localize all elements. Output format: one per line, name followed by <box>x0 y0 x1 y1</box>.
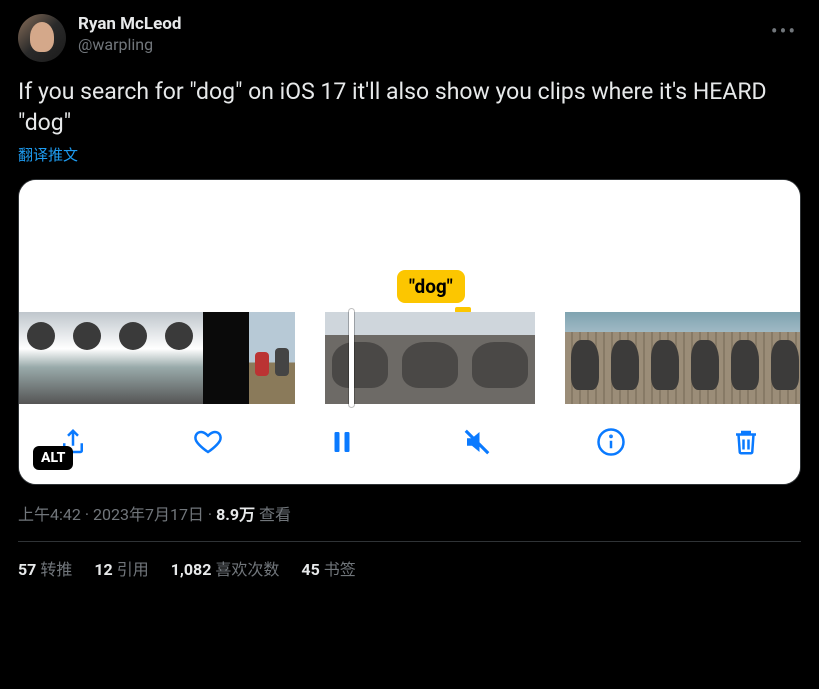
video-frame <box>395 312 465 404</box>
more-icon: ••• <box>771 19 797 43</box>
tweet-date[interactable]: 2023年7月17日 <box>93 505 204 524</box>
clip-group-3[interactable] <box>565 312 801 404</box>
info-icon <box>596 427 626 457</box>
heart-icon <box>193 427 223 457</box>
video-frame <box>685 312 725 404</box>
video-frame <box>765 312 801 404</box>
retweets-stat[interactable]: 57转推 <box>18 556 72 580</box>
handle: @warpling <box>78 35 755 55</box>
media-card[interactable]: "dog" <box>18 179 801 485</box>
tweet-header: Ryan McLeod @warpling ••• <box>18 14 801 62</box>
trash-icon <box>731 427 761 457</box>
mute-icon <box>462 427 492 457</box>
search-term-tooltip: "dog" <box>397 270 465 303</box>
pause-icon <box>327 427 357 457</box>
video-frame <box>645 312 685 404</box>
likes-stat[interactable]: 1,082喜欢次数 <box>171 556 280 580</box>
clip-group-2[interactable] <box>325 312 535 404</box>
media-toolbar <box>19 406 800 484</box>
video-frame <box>203 312 249 404</box>
video-frame <box>725 312 765 404</box>
video-frame <box>325 312 395 404</box>
views-label: 查看 <box>255 505 291 524</box>
display-name: Ryan McLeod <box>78 14 755 35</box>
pause-button[interactable] <box>324 424 360 460</box>
tweet-meta: 上午4:42 · 2023年7月17日 · 8.9万 查看 <box>18 501 801 525</box>
delete-button[interactable] <box>728 424 764 460</box>
video-frame <box>565 312 605 404</box>
video-frame <box>65 312 111 404</box>
tweet-container: Ryan McLeod @warpling ••• If you search … <box>0 0 819 590</box>
video-frame <box>19 312 65 404</box>
video-frame <box>605 312 645 404</box>
quotes-stat[interactable]: 12引用 <box>94 556 148 580</box>
tweet-text: If you search for "dog" on iOS 17 it'll … <box>18 76 801 138</box>
translate-link[interactable]: 翻译推文 <box>18 144 78 165</box>
info-button[interactable] <box>593 424 629 460</box>
like-button[interactable] <box>190 424 226 460</box>
avatar[interactable] <box>18 14 66 62</box>
alt-badge[interactable]: ALT <box>33 446 73 470</box>
bookmarks-stat[interactable]: 45书签 <box>301 556 355 580</box>
video-frame <box>249 312 295 404</box>
mute-button[interactable] <box>459 424 495 460</box>
playhead[interactable] <box>349 309 354 407</box>
tooltip-row: "dog" <box>19 270 800 310</box>
author-names[interactable]: Ryan McLeod @warpling <box>78 14 755 55</box>
tweet-time[interactable]: 上午4:42 <box>18 505 81 524</box>
video-filmstrip[interactable] <box>19 310 800 406</box>
views-count: 8.9万 <box>216 505 255 524</box>
more-button[interactable]: ••• <box>767 14 801 48</box>
video-frame <box>111 312 157 404</box>
video-frame <box>465 312 535 404</box>
tweet-stats: 57转推 12引用 1,082喜欢次数 45书签 <box>18 542 801 580</box>
media-blank-area <box>19 180 800 270</box>
clip-group-1[interactable] <box>19 312 295 404</box>
video-frame <box>157 312 203 404</box>
